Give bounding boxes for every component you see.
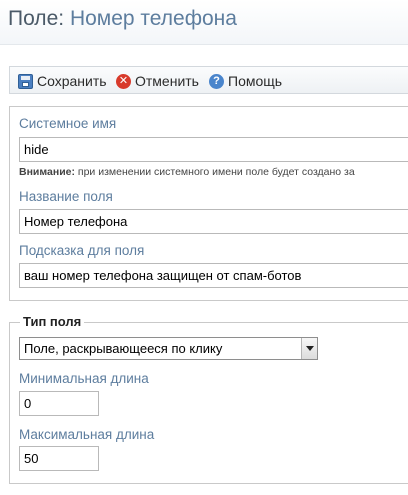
- field-hint-label: Подсказка для поля: [19, 243, 145, 258]
- toolbar: Сохранить ✕ Отменить ? Помощь: [9, 66, 408, 94]
- help-button[interactable]: ? Помощь: [209, 72, 282, 90]
- field-name-label: Название поля: [19, 189, 113, 204]
- save-button[interactable]: Сохранить: [18, 72, 107, 90]
- cancel-button[interactable]: ✕ Отменить: [116, 72, 199, 90]
- save-button-label: Сохранить: [37, 73, 107, 89]
- cancel-button-label: Отменить: [135, 73, 199, 89]
- help-question-icon: ?: [209, 73, 224, 89]
- min-length-input[interactable]: 0: [19, 391, 99, 416]
- page-title-field-name: Номер телефона: [69, 7, 237, 30]
- system-name-warning: Внимание: при изменении системного имени…: [19, 166, 355, 178]
- help-button-label: Помощь: [228, 73, 283, 89]
- warning-label: Внимание:: [19, 166, 75, 178]
- cancel-x-icon: ✕: [116, 73, 131, 89]
- max-length-input[interactable]: 50: [19, 446, 99, 471]
- field-hint-input[interactable]: ваш номер телефона защищен от спам-ботов: [19, 263, 408, 288]
- field-type-legend: Тип поля: [20, 314, 85, 329]
- page-title-prefix: Поле:: [8, 7, 65, 30]
- max-length-label: Максимальная длина: [19, 427, 155, 442]
- system-name-input[interactable]: hide: [19, 137, 408, 162]
- page-header: Поле: Номер телефона: [0, 0, 408, 45]
- page-title: Поле: Номер телефона: [8, 7, 237, 31]
- chevron-down-icon[interactable]: [301, 338, 317, 359]
- system-name-label: Системное имя: [19, 116, 117, 131]
- floppy-disk-icon: [18, 73, 33, 89]
- warning-text: при изменении системного имени поле буде…: [74, 166, 355, 178]
- min-length-label: Минимальная длина: [19, 371, 149, 386]
- field-name-input[interactable]: Номер телефона: [19, 209, 408, 234]
- field-type-select[interactable]: Поле, раскрывающееся по клику: [19, 337, 318, 360]
- field-type-select-value: Поле, раскрывающееся по клику: [24, 341, 223, 356]
